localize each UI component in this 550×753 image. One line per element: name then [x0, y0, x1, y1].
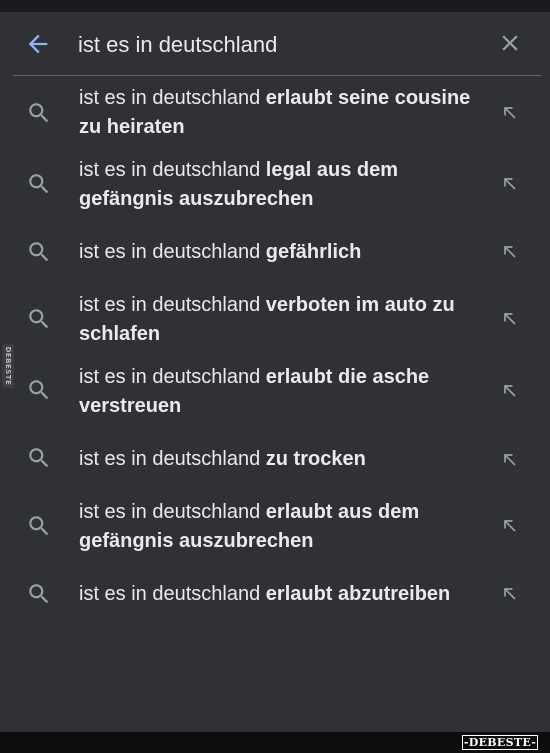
divider — [13, 75, 541, 76]
suggestion-prefix: ist es in deutschland — [79, 294, 266, 316]
suggestion-text: ist es in deutschland gefährlich — [79, 238, 479, 267]
close-icon[interactable] — [497, 30, 523, 56]
suggestion-item[interactable]: ist es in deutschland zu trocken — [0, 445, 550, 475]
suggestion-text: ist es in deutschland verboten im auto z… — [79, 291, 479, 349]
suggestion-text: ist es in deutschland erlaubt abzutreibe… — [79, 580, 489, 609]
status-bar — [0, 0, 550, 12]
arrow-up-left-icon[interactable] — [500, 174, 520, 194]
arrow-up-left-icon[interactable] — [500, 516, 520, 536]
search-input[interactable]: ist es in deutschland — [78, 32, 277, 58]
search-icon — [29, 242, 49, 262]
arrow-up-left-icon[interactable] — [500, 584, 520, 604]
suggestion-text: ist es in deutschland erlaubt die asche … — [79, 363, 479, 421]
suggestion-text: ist es in deutschland legal aus dem gefä… — [79, 156, 479, 214]
suggestion-item[interactable]: ist es in deutschland erlaubt seine cous… — [0, 84, 550, 142]
suggestion-text: ist es in deutschland erlaubt seine cous… — [79, 84, 479, 142]
suggestion-prefix: ist es in deutschland — [79, 366, 266, 388]
debeste-logo: -DEBESTE- — [462, 735, 538, 750]
search-icon — [29, 174, 49, 194]
search-bar: ist es in deutschland — [0, 12, 550, 76]
suggestion-completion: zu trocken — [265, 448, 366, 470]
suggestion-text: ist es in deutschland zu trocken — [79, 445, 479, 474]
suggestion-item[interactable]: ist es in deutschland erlaubt abzutreibe… — [0, 580, 550, 610]
search-icon — [29, 516, 49, 536]
suggestion-item[interactable]: ist es in deutschland erlaubt die asche … — [0, 363, 550, 421]
search-icon — [29, 380, 49, 400]
suggestion-completion: erlaubt abzutreiben — [265, 583, 451, 605]
suggestion-prefix: ist es in deutschland — [79, 501, 266, 523]
suggestion-item[interactable]: ist es in deutschland verboten im auto z… — [0, 291, 550, 349]
suggestion-text: ist es in deutschland erlaubt aus dem ge… — [79, 498, 479, 556]
suggestion-item[interactable]: ist es in deutschland gefährlich — [0, 238, 550, 268]
suggestion-prefix: ist es in deutschland — [79, 87, 266, 109]
arrow-up-left-icon[interactable] — [500, 450, 520, 470]
suggestion-prefix: ist es in deutschland — [79, 448, 266, 470]
suggestion-completion: gefährlich — [265, 241, 362, 263]
arrow-up-left-icon[interactable] — [500, 381, 520, 401]
suggestion-prefix: ist es in deutschland — [79, 583, 266, 605]
arrow-up-left-icon[interactable] — [500, 242, 520, 262]
watermark-side-text: DEBESTE — [4, 346, 12, 386]
search-icon — [29, 103, 49, 123]
arrow-up-left-icon[interactable] — [500, 103, 520, 123]
search-icon — [29, 309, 49, 329]
suggestion-prefix: ist es in deutschland — [79, 159, 266, 181]
arrow-up-left-icon[interactable] — [500, 309, 520, 329]
search-icon — [29, 448, 49, 468]
search-icon — [29, 584, 49, 604]
suggestion-prefix: ist es in deutschland — [79, 241, 266, 263]
arrow-back-icon[interactable] — [24, 30, 52, 58]
suggestion-item[interactable]: ist es in deutschland erlaubt aus dem ge… — [0, 498, 550, 556]
suggestion-item[interactable]: ist es in deutschland legal aus dem gefä… — [0, 156, 550, 214]
watermark-side: DEBESTE — [2, 344, 14, 388]
